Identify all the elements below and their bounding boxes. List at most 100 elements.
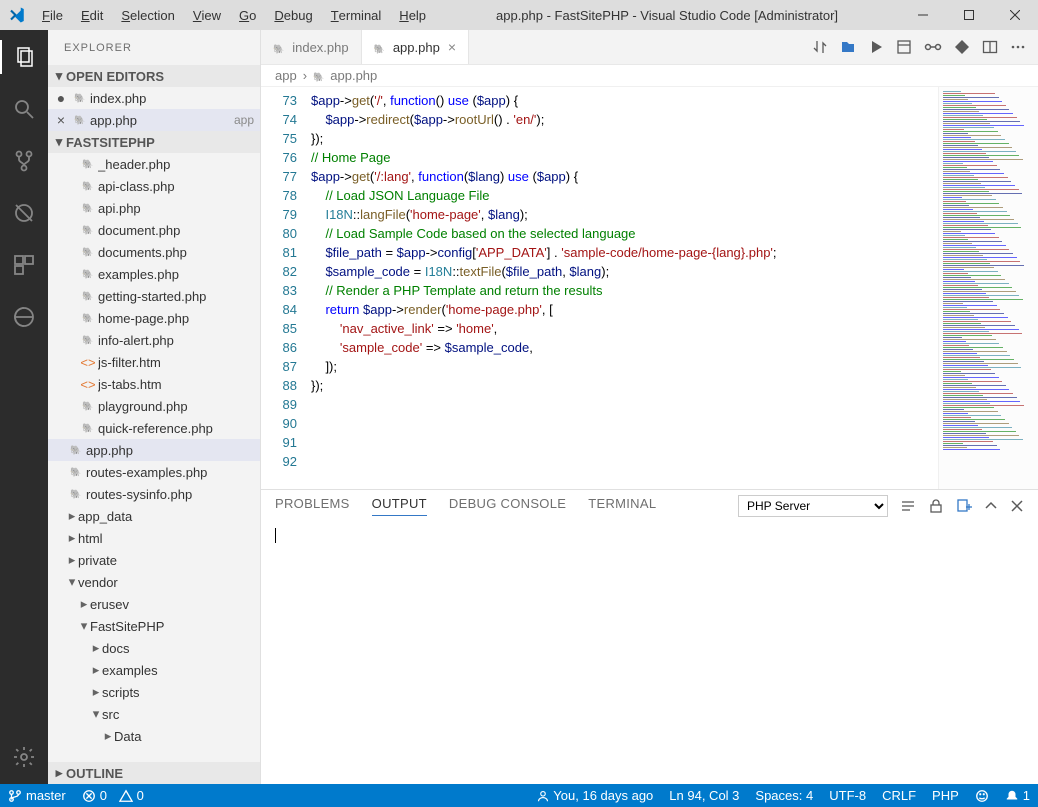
folder-item[interactable]: ▸erusev bbox=[48, 593, 260, 615]
project-header[interactable]: ▾FASTSITEPHP bbox=[48, 131, 260, 153]
minimap[interactable] bbox=[938, 87, 1038, 489]
folder-item[interactable]: ▾FastSitePHP bbox=[48, 615, 260, 637]
file-item[interactable]: <>js-tabs.htm bbox=[48, 373, 260, 395]
menu-help[interactable]: Help bbox=[391, 0, 434, 30]
code-content[interactable]: $app->get('/', function() use ($app) { $… bbox=[311, 87, 938, 489]
eol-status[interactable]: CRLF bbox=[874, 784, 924, 807]
file-item[interactable]: 🐘info-alert.php bbox=[48, 329, 260, 351]
search-activity-icon[interactable] bbox=[0, 92, 48, 126]
folder-item[interactable]: ▾src bbox=[48, 703, 260, 725]
settings-activity-icon[interactable] bbox=[0, 740, 48, 774]
git-branch-status[interactable]: master bbox=[0, 784, 74, 807]
file-item[interactable]: 🐘_header.php bbox=[48, 153, 260, 175]
folder-item[interactable]: ▸html bbox=[48, 527, 260, 549]
close-tab-icon[interactable]: × bbox=[448, 39, 456, 55]
file-item[interactable]: 🐘examples.php bbox=[48, 263, 260, 285]
output-channel-select[interactable]: PHP Server bbox=[738, 495, 888, 517]
feedback-status[interactable] bbox=[967, 784, 997, 807]
breadcrumb-file[interactable]: app.php bbox=[330, 68, 377, 83]
file-item[interactable]: 🐘routes-examples.php bbox=[48, 461, 260, 483]
cursor-position-status[interactable]: Ln 94, Col 3 bbox=[661, 784, 747, 807]
folder-item[interactable]: ▸examples bbox=[48, 659, 260, 681]
panel-tab-problems[interactable]: PROBLEMS bbox=[275, 496, 350, 516]
explorer-activity-icon[interactable] bbox=[0, 40, 48, 74]
file-item[interactable]: 🐘playground.php bbox=[48, 395, 260, 417]
language-status[interactable]: PHP bbox=[924, 784, 967, 807]
split-editor-icon[interactable] bbox=[982, 39, 998, 55]
file-item[interactable]: 🐘home-page.php bbox=[48, 307, 260, 329]
folder-twist-icon[interactable]: ▾ bbox=[90, 706, 102, 722]
folder-item[interactable]: ▸app_data bbox=[48, 505, 260, 527]
problems-status[interactable]: 0 0 bbox=[74, 784, 152, 807]
folder-twist-icon[interactable]: ▾ bbox=[78, 618, 90, 634]
file-item[interactable]: 🐘routes-sysinfo.php bbox=[48, 483, 260, 505]
minimize-button[interactable] bbox=[900, 0, 946, 30]
panel-tab-output[interactable]: OUTPUT bbox=[372, 496, 427, 516]
panel-tab-terminal[interactable]: TERMINAL bbox=[588, 496, 656, 516]
notifications-status[interactable]: 1 bbox=[997, 784, 1038, 807]
menu-selection[interactable]: Selection bbox=[113, 0, 182, 30]
file-item[interactable]: 🐘document.php bbox=[48, 219, 260, 241]
output-body[interactable] bbox=[261, 522, 1038, 784]
open-editor-item[interactable]: ●🐘index.php bbox=[48, 87, 260, 109]
menu-file[interactable]: File bbox=[34, 0, 71, 30]
folder-twist-icon[interactable]: ▸ bbox=[90, 684, 102, 700]
more-actions-icon[interactable] bbox=[1010, 39, 1026, 55]
run-icon[interactable] bbox=[868, 39, 884, 55]
menu-view[interactable]: View bbox=[185, 0, 229, 30]
compare-changes-icon[interactable] bbox=[812, 39, 828, 55]
close-editor-icon[interactable]: × bbox=[52, 112, 70, 128]
git-icon[interactable] bbox=[954, 39, 970, 55]
folder-twist-icon[interactable]: ▸ bbox=[102, 728, 114, 744]
file-item[interactable]: 🐘app.php bbox=[48, 439, 260, 461]
blame-status[interactable]: You, 16 days ago bbox=[529, 784, 661, 807]
editor-tab[interactable]: 🐘app.php× bbox=[362, 30, 469, 64]
outline-header[interactable]: ▸OUTLINE bbox=[48, 762, 260, 784]
folder-item[interactable]: ▾vendor bbox=[48, 571, 260, 593]
close-panel-icon[interactable] bbox=[1010, 499, 1024, 513]
clear-output-icon[interactable] bbox=[900, 498, 916, 514]
folder-twist-icon[interactable]: ▸ bbox=[90, 662, 102, 678]
folder-item[interactable]: ▸docs bbox=[48, 637, 260, 659]
menu-debug[interactable]: Debug bbox=[266, 0, 320, 30]
folder-twist-icon[interactable]: ▸ bbox=[78, 596, 90, 612]
menu-terminal[interactable]: Terminal bbox=[323, 0, 390, 30]
folder-twist-icon[interactable]: ▸ bbox=[90, 640, 102, 656]
file-item[interactable]: 🐘api-class.php bbox=[48, 175, 260, 197]
file-item[interactable]: 🐘api.php bbox=[48, 197, 260, 219]
panel-tab-debug-console[interactable]: DEBUG CONSOLE bbox=[449, 496, 566, 516]
encoding-status[interactable]: UTF-8 bbox=[821, 784, 874, 807]
indentation-status[interactable]: Spaces: 4 bbox=[747, 784, 821, 807]
code-editor[interactable]: 7374757677787980818283848586878889909192… bbox=[261, 87, 1038, 489]
folder-item[interactable]: ▸scripts bbox=[48, 681, 260, 703]
maximize-button[interactable] bbox=[946, 0, 992, 30]
breadcrumb-folder[interactable]: app bbox=[275, 68, 297, 83]
file-item[interactable]: 🐘documents.php bbox=[48, 241, 260, 263]
file-item[interactable]: <>js-filter.htm bbox=[48, 351, 260, 373]
folder-twist-icon[interactable]: ▸ bbox=[66, 508, 78, 524]
menu-edit[interactable]: Edit bbox=[73, 0, 111, 30]
scm-activity-icon[interactable] bbox=[0, 144, 48, 178]
close-button[interactable] bbox=[992, 0, 1038, 30]
extensions-activity-icon[interactable] bbox=[0, 248, 48, 282]
open-editors-header[interactable]: ▾OPEN EDITORS bbox=[48, 65, 260, 87]
folder-twist-icon[interactable]: ▸ bbox=[66, 530, 78, 546]
new-terminal-icon[interactable] bbox=[956, 498, 972, 514]
maximize-panel-icon[interactable] bbox=[984, 499, 998, 513]
open-changes-icon[interactable] bbox=[840, 39, 856, 55]
gitlens-icon[interactable] bbox=[924, 39, 942, 55]
file-item[interactable]: 🐘quick-reference.php bbox=[48, 417, 260, 439]
liveshare-activity-icon[interactable] bbox=[0, 300, 48, 334]
file-item[interactable]: 🐘getting-started.php bbox=[48, 285, 260, 307]
debug-activity-icon[interactable] bbox=[0, 196, 48, 230]
folder-twist-icon[interactable]: ▸ bbox=[66, 552, 78, 568]
menu-go[interactable]: Go bbox=[231, 0, 264, 30]
lock-scroll-icon[interactable] bbox=[928, 498, 944, 514]
folder-twist-icon[interactable]: ▾ bbox=[66, 574, 78, 590]
folder-item[interactable]: ▸private bbox=[48, 549, 260, 571]
open-editor-item[interactable]: ×🐘app.phpapp bbox=[48, 109, 260, 131]
editor-tab[interactable]: 🐘index.php bbox=[261, 30, 362, 64]
folder-item[interactable]: ▸Data bbox=[48, 725, 260, 747]
breadcrumb[interactable]: app › 🐘 app.php bbox=[261, 65, 1038, 87]
preview-icon[interactable] bbox=[896, 39, 912, 55]
